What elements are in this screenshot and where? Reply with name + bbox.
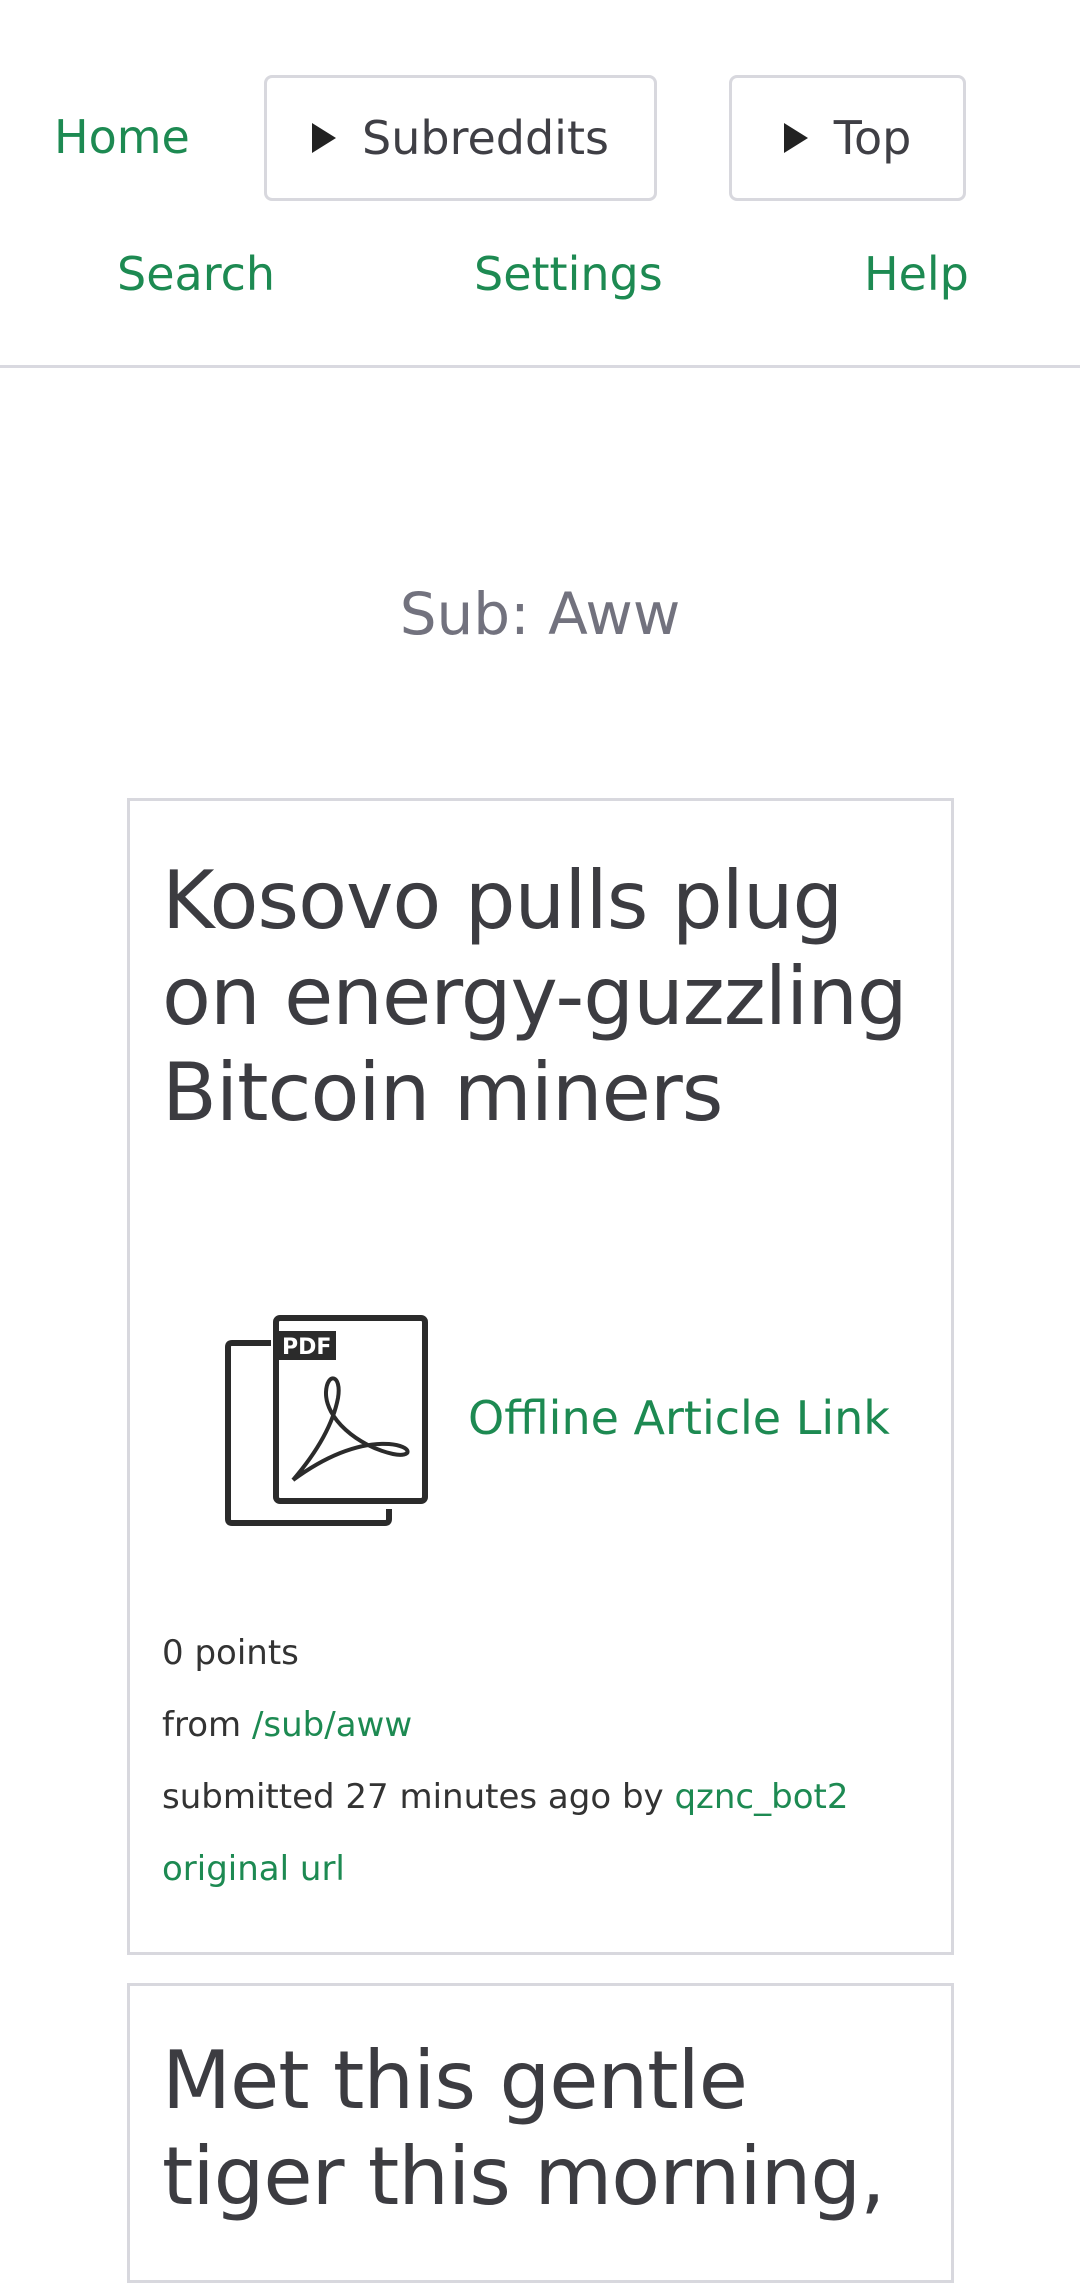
post-card: Met this gentle tiger this morning,	[127, 1983, 954, 2283]
offline-article-link[interactable]: Offline Article Link	[468, 1395, 890, 1441]
settings-link[interactable]: Settings	[474, 251, 663, 297]
triangle-right-icon	[312, 123, 337, 153]
search-link[interactable]: Search	[117, 251, 275, 297]
svg-text:PDF: PDF	[282, 1335, 331, 1360]
original-url-link[interactable]: original url	[162, 1852, 345, 1886]
subreddit-link[interactable]: /sub/aww	[252, 1705, 412, 1745]
post-card: Kosovo pulls plug on energy-guzzling Bit…	[127, 798, 954, 1955]
post-title[interactable]: Kosovo pulls plug on energy-guzzling Bit…	[162, 853, 922, 1141]
post-title[interactable]: Met this gentle tiger this morning,	[162, 2033, 922, 2225]
author-link[interactable]: qznc_bot2	[674, 1777, 848, 1817]
top-label: Top	[833, 111, 912, 165]
post-from-line: from /sub/aww	[162, 1708, 412, 1742]
triangle-right-icon	[783, 123, 808, 153]
post-submitted-line: submitted 27 minutes ago by qznc_bot2	[162, 1780, 848, 1814]
home-link[interactable]: Home	[54, 114, 190, 160]
submitted-label: submitted	[162, 1777, 335, 1817]
help-link[interactable]: Help	[864, 251, 969, 297]
post-time: 27 minutes ago	[345, 1777, 612, 1817]
by-label: by	[621, 1777, 664, 1817]
page-title: Sub: Aww	[399, 580, 681, 648]
pdf-document-icon[interactable]: PDF	[225, 1314, 431, 1528]
from-label: from	[162, 1705, 242, 1745]
subreddits-label: Subreddits	[362, 111, 609, 165]
top-navigation: Home Subreddits Top Search Settings Help	[0, 0, 1080, 368]
subreddits-dropdown-button[interactable]: Subreddits	[264, 75, 657, 201]
post-points: 0 points	[162, 1633, 299, 1673]
top-dropdown-button[interactable]: Top	[729, 75, 966, 201]
